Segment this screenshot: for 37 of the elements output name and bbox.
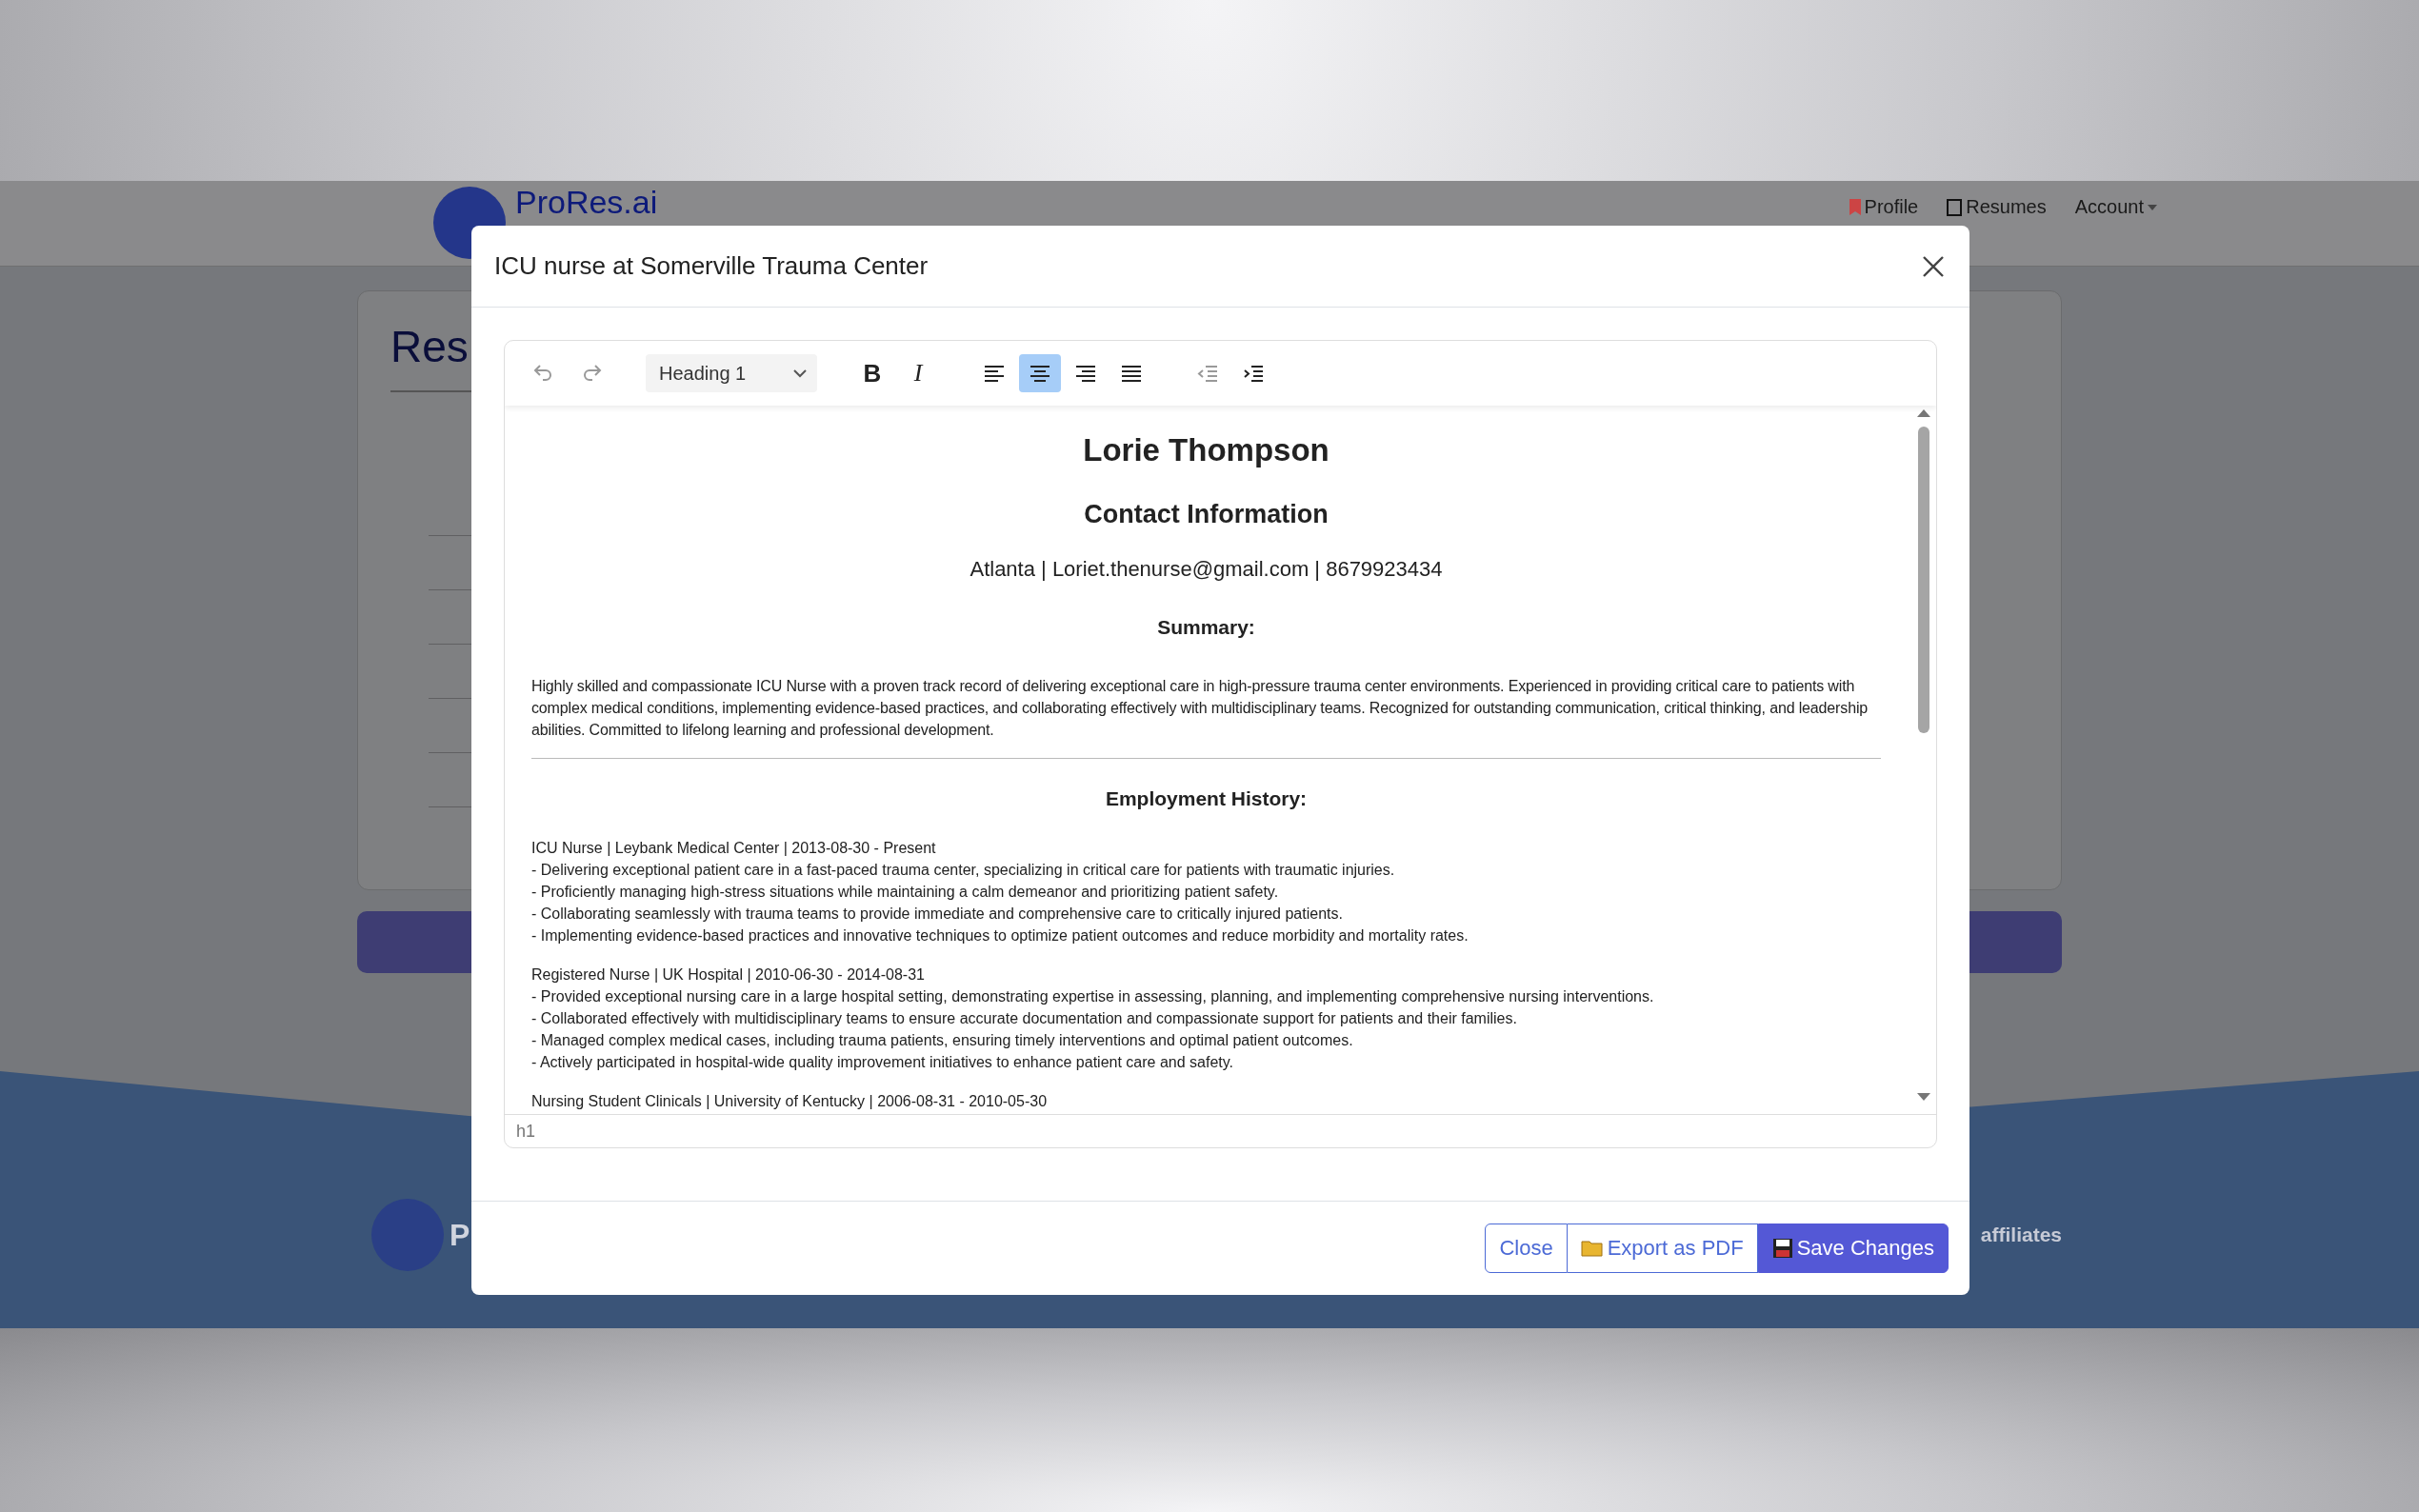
section-heading: Employment History: (1104, 787, 1309, 810)
close-button[interactable]: Close (1485, 1224, 1568, 1273)
section-heading: Contact Information (1083, 500, 1329, 529)
contact-line: Atlanta | Loriet.thenurse@gmail.com | 8679923434 (969, 557, 1444, 582)
bold-button[interactable]: B (851, 354, 893, 392)
job-title: ICU Nurse | Leybank Medical Center | 2013-08-30 - Present (531, 839, 937, 858)
section-heading: Summary: (1156, 616, 1256, 639)
footer-brand[interactable]: P (450, 1217, 470, 1253)
job-bullet: - Implementing evidence-based practices and innovative techniques to optimize patient outcomes and reduce morbidity and mortality rates. (531, 926, 1469, 945)
bookmark-icon (1849, 199, 1861, 215)
summary-paragraph: Highly skilled and compassionate ICU Nurse with a proven track record of delivering exceptional care in high-pressure trauma center environments. Experienced in providing critical care to patients with complex medical conditions, implementing evidence-based practices, and collaborating effectively with multidisciplinary teams. Recognized for outstanding communication, critical thinking, and leadership abilities. Committed to lifelong learning and professional development. (531, 677, 1869, 740)
job-bullet: - Delivering exceptional patient care in a fast-paced trauma center, specializing in critical care for patients with traumatic injuries. (531, 861, 1396, 880)
italic-button[interactable]: I (897, 354, 939, 392)
page-heading: Res (390, 321, 469, 373)
export-button[interactable]: Export as PDF (1567, 1224, 1758, 1273)
job-bullet: - Collaborated effectively with multidisciplinary teams to ensure accurate documentation and compassionate support for patients and their families. (531, 1009, 1518, 1028)
job-title: Nursing Student Clinicals | University of Kentucky | 2006-08-31 - 2010-05-30 (531, 1092, 1049, 1111)
job-bullet: - Actively participated in hospital-wide quality improvement initiatives to enhance patient care and safety. (531, 1053, 1234, 1072)
nav-link[interactable]: Account (2074, 196, 2157, 218)
modal-title: ICU nurse at Somerville Trauma Center (494, 251, 929, 281)
job-bullet: - Collaborating seamlessly with trauma teams to provide immediate and comprehensive care to critically injured patients. (531, 905, 1344, 924)
job-title: Registered Nurse | UK Hospital | 2010-06-30 - 2014-08-31 (531, 965, 926, 985)
nav-link[interactable]: Resumes (1947, 196, 2047, 218)
job-bullet: - Provided exceptional nursing care in a large hospital setting, demonstrating expertise in assessing, planning, and implementing comprehensive nursing interventions. (531, 987, 1655, 1006)
document-icon (1947, 198, 1963, 216)
document-name: Lorie Thompson (1082, 432, 1330, 468)
align-center-button[interactable] (1019, 354, 1061, 392)
nav-link[interactable]: Profile (1849, 196, 1919, 218)
folder-icon (1580, 1239, 1604, 1258)
footer-link[interactable]: affiliates (1980, 1224, 2062, 1246)
block-format-dropdown[interactable]: Heading 1 (646, 354, 817, 392)
job-bullet: - Managed complex medical cases, including trauma patients, ensuring timely interventions and optimal patient outcomes. (531, 1031, 1354, 1050)
save-button[interactable]: Save Changes (1757, 1224, 1949, 1273)
chevron-down-icon (792, 368, 808, 378)
brand-name[interactable]: ProRes.ai (515, 183, 658, 221)
element-path: h1 (516, 1121, 536, 1142)
job-bullet: - Proficiently managing high-stress situations while maintaining a calm demeanor and prioritizing patient safety. (531, 883, 1280, 902)
